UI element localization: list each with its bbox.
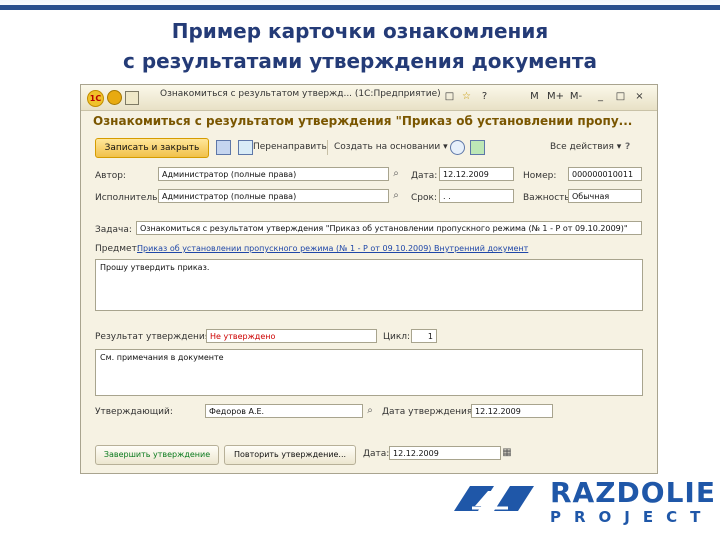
importance-field[interactable]: Обычная bbox=[568, 189, 642, 203]
approval-result-field[interactable]: Не утверждено bbox=[206, 329, 377, 343]
add-green-icon[interactable] bbox=[470, 140, 485, 155]
redirect-icon[interactable] bbox=[238, 140, 253, 155]
memory-minus-icon[interactable]: M- bbox=[568, 91, 584, 102]
1c-logo-icon[interactable]: 1С bbox=[87, 90, 104, 107]
app-window: 1С Ознакомиться с результатом утвержд...… bbox=[80, 84, 658, 474]
approval-date-field[interactable]: 12.12.2009 bbox=[471, 404, 553, 418]
approval-date-label: Дата утверждения: bbox=[382, 407, 476, 417]
deadline-field[interactable]: . . bbox=[439, 189, 514, 203]
deadline-label: Срок: bbox=[411, 193, 437, 203]
form-toolbar: Записать и закрыть Перенаправить Создать… bbox=[95, 138, 645, 158]
subject-link[interactable]: Приказ об установлении пропускного режим… bbox=[137, 244, 528, 253]
calendar-icon[interactable]: ▦ bbox=[502, 447, 512, 459]
favorite-star-icon[interactable]: ☆ bbox=[461, 91, 472, 102]
window-bar-icon[interactable] bbox=[125, 91, 139, 105]
close-icon[interactable]: × bbox=[634, 91, 645, 102]
window-copy-icon[interactable]: □ bbox=[444, 91, 455, 102]
approver-label: Утверждающий: bbox=[95, 407, 173, 417]
create-based-on-button[interactable]: Создать на основании ▾ bbox=[334, 142, 448, 152]
performer-search-icon[interactable]: ⌕ bbox=[391, 190, 401, 202]
minimize-icon[interactable]: _ bbox=[595, 91, 606, 102]
author-label: Автор: bbox=[95, 171, 126, 181]
cycle-label: Цикл: bbox=[383, 332, 411, 342]
performer-field[interactable]: Администратор (полные права) bbox=[158, 189, 389, 203]
complete-approval-button[interactable]: Завершить утверждение bbox=[95, 445, 219, 465]
main-menu-icon[interactable] bbox=[107, 90, 122, 105]
form-header: Ознакомиться с результатом утверждения "… bbox=[93, 114, 633, 128]
author-search-icon[interactable]: ⌕ bbox=[391, 168, 401, 180]
memory-icon[interactable]: M bbox=[529, 91, 540, 102]
razdolie-logo-icon bbox=[454, 486, 534, 511]
top-blue-line bbox=[0, 5, 720, 10]
save-and-close-button[interactable]: Записать и закрыть bbox=[95, 138, 209, 158]
notes-textarea[interactable]: См. примечания в документе bbox=[95, 349, 643, 396]
redirect-button[interactable]: Перенаправить bbox=[253, 142, 327, 152]
save-disk-icon[interactable] bbox=[216, 140, 231, 155]
bottom-date-label: Дата: bbox=[363, 449, 390, 459]
form-help-icon[interactable]: ? bbox=[625, 142, 630, 152]
all-actions-button[interactable]: Все действия ▾ bbox=[550, 142, 621, 152]
toolbar-separator bbox=[327, 140, 328, 155]
approver-search-icon[interactable]: ⌕ bbox=[365, 405, 375, 417]
approval-result-label: Результат утверждения: bbox=[95, 332, 214, 342]
maximize-icon[interactable]: □ bbox=[615, 91, 626, 102]
date-field[interactable]: 12.12.2009 bbox=[439, 167, 514, 181]
memory-plus-icon[interactable]: M+ bbox=[547, 91, 564, 102]
author-field[interactable]: Администратор (полные права) bbox=[158, 167, 389, 181]
performer-label: Исполнитель: bbox=[95, 193, 161, 203]
number-field[interactable]: 000000010011 bbox=[568, 167, 642, 181]
window-titlebar: 1С Ознакомиться с результатом утвержд...… bbox=[81, 85, 657, 111]
task-field[interactable]: Ознакомиться с результатом утверждения "… bbox=[136, 221, 642, 235]
repeat-approval-button[interactable]: Повторить утверждение... bbox=[224, 445, 356, 465]
number-label: Номер: bbox=[523, 171, 557, 181]
importance-label: Важность: bbox=[523, 193, 573, 203]
approver-field[interactable]: Федоров А.Е. bbox=[205, 404, 363, 418]
cycle-field[interactable]: 1 bbox=[411, 329, 437, 343]
logo-subtitle: PROJECT bbox=[550, 508, 714, 526]
bottom-date-field[interactable]: 12.12.2009 bbox=[389, 446, 501, 460]
logo-name: RAZDOLIE bbox=[550, 476, 716, 509]
subject-label: Предмет: bbox=[95, 244, 140, 254]
window-title: Ознакомиться с результатом утвержд... (1… bbox=[160, 89, 441, 99]
description-textarea[interactable]: Прошу утвердить приказ. bbox=[95, 259, 643, 311]
slide-title-line-2: с результатами утверждения документа bbox=[123, 49, 597, 73]
help-icon[interactable]: ? bbox=[479, 91, 490, 102]
slide-title-line-1: Пример карточки ознакомления bbox=[171, 19, 549, 43]
date-label: Дата: bbox=[411, 171, 438, 181]
top-border-bar bbox=[0, 0, 720, 10]
razdolie-logo-text: RAZDOLIE PROJECT bbox=[550, 479, 716, 525]
refresh-icon[interactable] bbox=[450, 140, 465, 155]
task-label: Задача: bbox=[95, 225, 132, 235]
slide-title: Пример карточки ознакомления с результат… bbox=[0, 16, 720, 76]
